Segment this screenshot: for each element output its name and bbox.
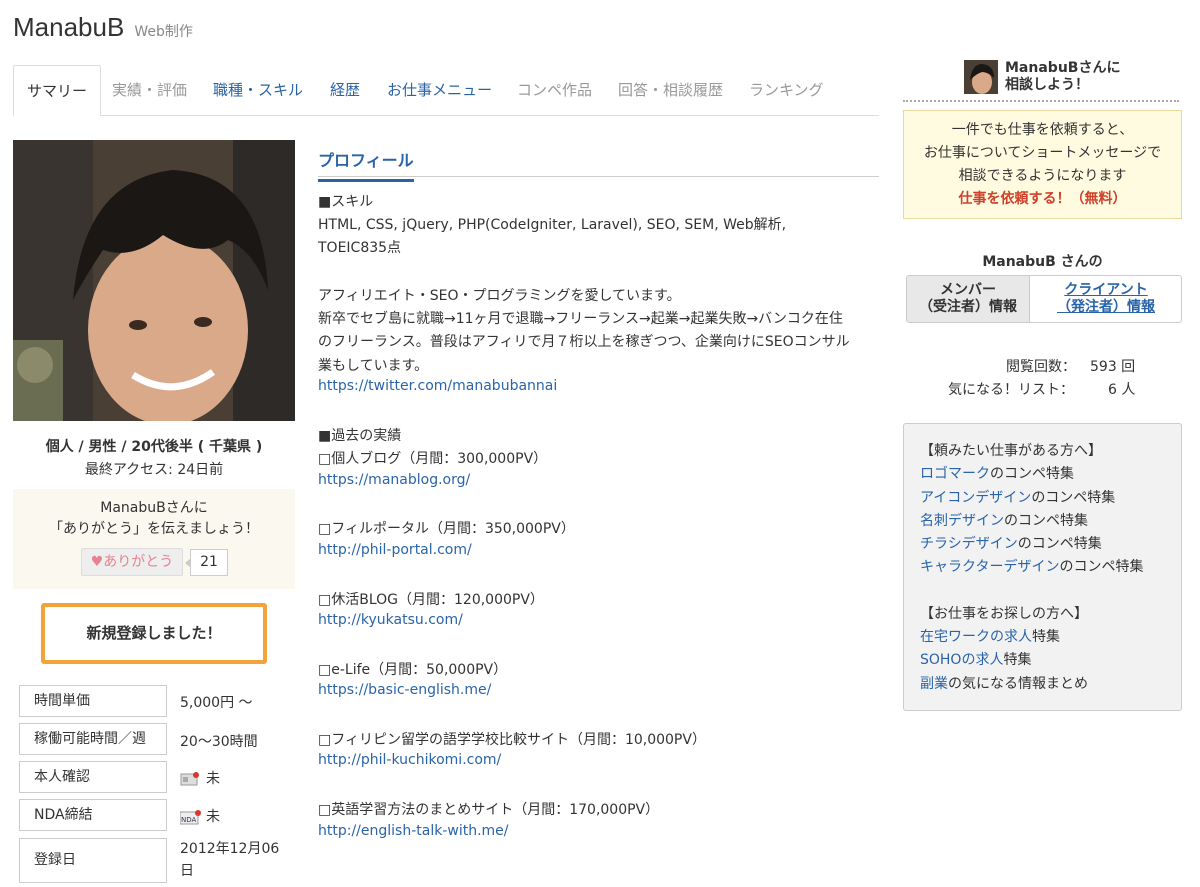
thanks-box: ManabuBさんに 「ありがとう」を伝えましょう！ ♥ありがとう 21 [13, 489, 295, 589]
info-label-nda: NDA締結 [19, 799, 167, 831]
feature-link-item: 副業の気になる情報まとめ [920, 675, 1088, 692]
consult-title: ManabuBさんに 相談しよう！ [1005, 60, 1121, 93]
profile-header: ManabuB Web制作 [13, 12, 193, 43]
tab-career[interactable]: 経歴 [330, 65, 360, 116]
favorites-value: 6 人 [1108, 382, 1136, 398]
profile-line: アフィリエイト・SEO・プログラミングを愛しています。 [318, 288, 681, 304]
profile-line: 新卒でセブ島に就職→11ヶ月で退職→フリーランス→起業→起業失敗→バンコク在住 [318, 311, 843, 327]
id-card-icon [180, 771, 200, 787]
feature-link-item: キャラクターデザインのコンペ特集 [920, 559, 1144, 576]
avatar [964, 60, 998, 94]
feature-link[interactable]: アイコンデザイン [920, 490, 1031, 506]
tab-menu[interactable]: お仕事メニュー [387, 65, 492, 116]
thanks-button[interactable]: ♥ありがとう [81, 548, 183, 576]
tab-ranking[interactable]: ランキング [749, 65, 824, 116]
profile-heading: プロフィール [318, 142, 414, 182]
profile-line: □e-Life（月間：50,000PV） [318, 662, 508, 678]
portfolio-link[interactable]: https://basic-english.me/ [318, 682, 491, 698]
profile-line: ■過去の実績 [318, 428, 402, 444]
portfolio-link[interactable]: https://manablog.org/ [318, 472, 470, 488]
profile-line: □フィリピン留学の語学学校比較サイト（月間：10,000PV） [318, 732, 706, 748]
last-access: 最終アクセス: 24日前 [84, 462, 224, 478]
tab-summary[interactable]: サマリー [13, 65, 102, 116]
role-toggle: メンバー （受注者）情報 クライアント （発注者）情報 [906, 275, 1182, 323]
feature-link[interactable]: 名刺デザイン [920, 513, 1004, 529]
favorites-label: 気になる！リスト： [948, 382, 1074, 398]
feature-link[interactable]: ロゴマーク [920, 466, 990, 482]
thanks-text-1: ManabuBさんに [100, 500, 208, 516]
portfolio-link[interactable]: http://kyukatsu.com/ [318, 612, 463, 628]
feature-link[interactable]: SOHOの求人 [920, 652, 1003, 668]
thanks-button-label: ありがとう [103, 554, 174, 570]
svg-text:NDA: NDA [181, 816, 197, 824]
links-heading-clients: 【頼みたい仕事がある方へ】 [920, 443, 1102, 459]
feature-link-item: SOHOの求人特集 [920, 652, 1032, 669]
profile-section-title: プロフィール [318, 142, 879, 182]
tab-contest[interactable]: コンペ作品 [517, 65, 592, 116]
feature-link[interactable]: キャラクターデザイン [920, 559, 1059, 575]
info-value-rate: 5,000円 〜 [180, 695, 253, 711]
demographics: 個人 / 男性 / 20代後半 ( 千葉県 ) [45, 439, 263, 455]
profile-line: □休活BLOG（月間：120,000PV） [318, 592, 544, 608]
portfolio-link[interactable]: http://phil-portal.com/ [318, 542, 472, 558]
links-heading-workers: 【お仕事をお探しの方へ】 [920, 605, 1088, 622]
role-heading: ManabuB さんの [982, 254, 1103, 270]
feature-link-item: チラシデザインのコンペ特集 [920, 536, 1102, 553]
consult-header: ManabuBさんに 相談しよう！ [903, 60, 1179, 102]
profile-line: 業もしています。 [318, 358, 429, 374]
info-label-hours: 稼働可能時間／週 [19, 723, 167, 755]
profile-photo [13, 140, 295, 421]
profile-tabs: サマリー 実績・評価 職種・スキル 経歴 お仕事メニュー コンペ作品 回答・相談… [13, 65, 879, 116]
tab-answers[interactable]: 回答・相談履歴 [618, 65, 723, 116]
info-label-registered: 登録日 [19, 838, 167, 883]
info-label-rate: 時間単価 [19, 685, 167, 717]
info-value-nda: NDA 未 [179, 809, 220, 825]
nda-icon: NDA [179, 809, 201, 825]
profile-line: のフリーランス。普段はアフィリで月７桁以上を稼ぎつつ、企業向けにSEOコンサル [318, 334, 850, 350]
feature-link-item: 在宅ワークの求人特集 [920, 629, 1060, 646]
thanks-text-2: 「ありがとう」を伝えましょう！ [49, 521, 259, 537]
portfolio-link[interactable]: http://english-talk-with.me/ [318, 823, 509, 839]
feature-link[interactable]: 在宅ワークの求人 [920, 629, 1032, 645]
info-value-identity: 未 [180, 768, 220, 788]
views-label: 閲覧回数： [1006, 359, 1076, 375]
feature-link-item: アイコンデザインのコンペ特集 [920, 489, 1116, 506]
feature-links-box: 【頼みたい仕事がある方へ】 ロゴマークのコンペ特集 アイコンデザインのコンペ特集… [903, 423, 1182, 711]
tab-skills[interactable]: 職種・スキル [213, 65, 303, 116]
request-notice: 一件でも仕事を依頼すると、 お仕事についてショートメッセージで 相談できるように… [903, 110, 1182, 219]
profile-line: ■スキル [318, 194, 374, 210]
feature-link[interactable]: 副業 [920, 676, 948, 692]
heart-icon: ♥ [90, 554, 104, 570]
profile-line: HTML, CSS, jQuery, PHP(CodeIgniter, Lara… [318, 217, 787, 233]
page-title: ManabuB [13, 12, 125, 42]
request-job-link[interactable]: 仕事を依頼する！（無料） [959, 191, 1127, 207]
profile-line: □個人ブログ（月間：300,000PV） [318, 451, 548, 467]
category-label: Web制作 [134, 24, 193, 40]
feature-link[interactable]: チラシデザイン [920, 536, 1018, 552]
profile-line: □フィルポータル（月間：350,000PV） [318, 521, 575, 537]
info-label-identity: 本人確認 [19, 761, 167, 793]
tab-results[interactable]: 実績・評価 [112, 65, 187, 116]
tab-client-info[interactable]: クライアント （発注者）情報 [1031, 276, 1181, 322]
views-value: 593 回 [1090, 359, 1136, 375]
twitter-link[interactable]: https://twitter.com/manabubannai [318, 378, 557, 394]
feature-link-item: ロゴマークのコンペ特集 [920, 466, 1074, 483]
feature-link-item: 名刺デザインのコンペ特集 [920, 512, 1088, 529]
tab-member-info[interactable]: メンバー （受注者）情報 [907, 276, 1030, 322]
profile-line: TOEIC835点 [318, 240, 402, 256]
info-value-registered: 2012年12月06日 [180, 841, 280, 879]
portfolio-link[interactable]: http://phil-kuchikomi.com/ [318, 752, 501, 768]
registered-banner: 新規登録しました！ [41, 603, 267, 664]
info-value-hours: 20〜30時間 [180, 734, 258, 750]
thanks-count: 21 [185, 549, 228, 576]
profile-line: □英語学習方法のまとめサイト（月間：170,000PV） [318, 802, 660, 818]
